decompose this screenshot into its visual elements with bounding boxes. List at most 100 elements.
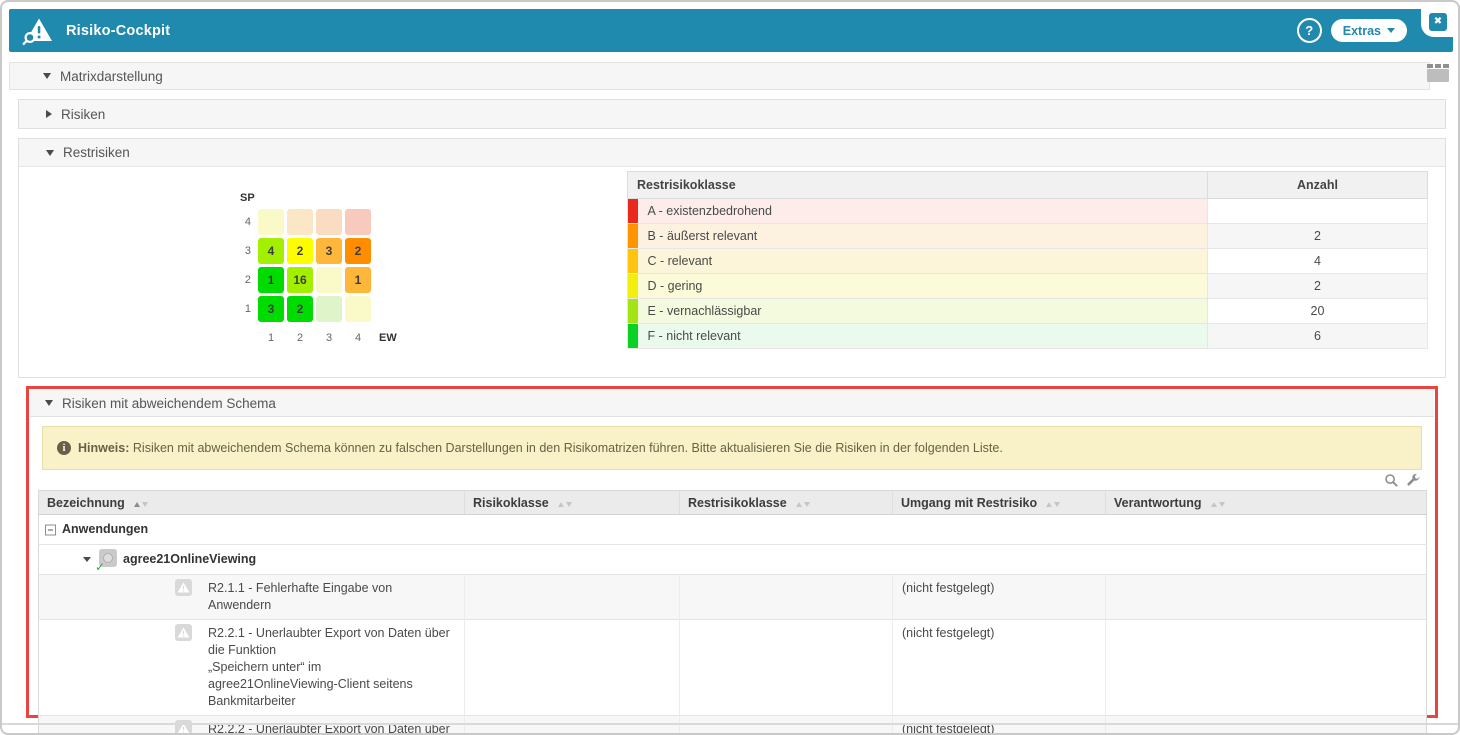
class-color-strip xyxy=(628,274,638,299)
risk-name-cell: R2.2.1 - Unerlaubter Export von Daten üb… xyxy=(39,620,465,716)
collapse-triangle-icon xyxy=(43,73,51,79)
restrisikoklasse-cell xyxy=(680,575,893,620)
sort-icons[interactable] xyxy=(1046,502,1060,507)
section-header-restrisiken[interactable]: Restrisiken xyxy=(19,139,1445,167)
table-view-icon-header xyxy=(1427,64,1449,68)
sort-asc-icon[interactable] xyxy=(796,502,802,507)
sort-asc-icon[interactable] xyxy=(1046,502,1052,507)
risk-name-cell: R2.1.1 - Fehlerhafte Eingabe von Anwende… xyxy=(39,575,465,620)
table-view-icon[interactable] xyxy=(1427,64,1449,83)
column-header-anzahl: Anzahl xyxy=(1208,172,1428,199)
risk-matrix-grid: 434232211611321234EW xyxy=(240,207,408,352)
sort-icons[interactable] xyxy=(1211,502,1225,507)
column-label: Bezeichnung xyxy=(47,496,125,510)
umgang-cell: (nicht festgelegt) xyxy=(893,620,1106,716)
matrix-y-tick: 1 xyxy=(240,303,258,315)
matrix-y-tick: 3 xyxy=(240,245,258,257)
restrisiko-class-table: Restrisikoklasse Anzahl A - existenzbedr… xyxy=(627,171,1428,349)
subgroup-cell: ✓ agree21OnlineViewing xyxy=(39,545,1427,575)
risikoklasse-cell xyxy=(465,620,680,716)
matrix-cell: 16 xyxy=(287,267,313,293)
restrisikoklasse-cell xyxy=(680,620,893,716)
window-bottom-divider xyxy=(2,723,1458,725)
class-label: C - relevant xyxy=(638,249,1208,274)
hint-text: Risiken mit abweichendem Schema können z… xyxy=(133,441,1003,455)
section-header-risiken[interactable]: Risiken xyxy=(19,100,1445,128)
expand-triangle-icon xyxy=(46,110,52,118)
info-icon: i xyxy=(57,441,71,455)
risk-row[interactable]: R2.1.1 - Fehlerhafte Eingabe von Anwende… xyxy=(39,575,1427,620)
class-label: A - existenzbedrohend xyxy=(638,199,1208,224)
collapse-minus-icon[interactable] xyxy=(45,524,56,535)
class-color-strip xyxy=(628,299,638,324)
section-label-schema: Risiken mit abweichendem Schema xyxy=(62,396,276,411)
matrix-cell: 3 xyxy=(316,238,342,264)
column-label: Risikoklasse xyxy=(473,496,549,510)
matrix-x-tick: 2 xyxy=(287,332,313,344)
matrix-cell xyxy=(258,209,284,235)
column-header-verantwortung[interactable]: Verantwortung xyxy=(1106,491,1427,515)
class-count: 20 xyxy=(1208,299,1428,324)
subgroup-label: agree21OnlineViewing xyxy=(123,552,256,566)
risk-matrix: SP 434232211611321234EW xyxy=(240,207,408,352)
sort-desc-icon[interactable] xyxy=(566,502,572,507)
sort-desc-icon[interactable] xyxy=(804,502,810,507)
umgang-cell: (nicht festgelegt) xyxy=(893,716,1106,735)
class-count: 6 xyxy=(1208,324,1428,349)
collapse-triangle-icon[interactable] xyxy=(83,557,91,562)
restrisiko-class-row: A - existenzbedrohend xyxy=(628,199,1428,224)
column-header-umgang-mit-restrisiko[interactable]: Umgang mit Restrisiko xyxy=(893,491,1106,515)
hint-title: Hinweis: xyxy=(78,441,129,455)
close-button-notch: ✖ xyxy=(1421,6,1454,37)
help-button[interactable]: ? xyxy=(1297,18,1322,43)
sort-asc-icon[interactable] xyxy=(558,502,564,507)
section-header-schema[interactable]: Risiken mit abweichendem Schema xyxy=(30,390,1434,417)
extras-button[interactable]: Extras xyxy=(1331,19,1407,42)
group-label: Anwendungen xyxy=(62,522,148,536)
sort-desc-icon[interactable] xyxy=(142,502,148,507)
risk-warning-magnifier-icon xyxy=(21,16,55,46)
close-button[interactable]: ✖ xyxy=(1429,13,1447,31)
subgroup-row[interactable]: ✓ agree21OnlineViewing xyxy=(39,545,1427,575)
settings-wrench-icon[interactable] xyxy=(1406,473,1421,488)
matrix-y-tick: 4 xyxy=(240,216,258,228)
risk-row[interactable]: R2.2.2 - Unerlaubter Export von Daten üb… xyxy=(39,716,1427,735)
matrix-cell xyxy=(345,209,371,235)
risk-name: R2.2.1 - Unerlaubter Export von Daten üb… xyxy=(208,626,450,708)
column-header-bezeichnung[interactable]: Bezeichnung xyxy=(39,491,465,515)
matrix-cell xyxy=(316,209,342,235)
class-color-strip xyxy=(628,199,638,224)
matrix-cell: 2 xyxy=(287,296,313,322)
sort-asc-icon[interactable] xyxy=(1211,502,1217,507)
matrix-x-tick: 1 xyxy=(258,332,284,344)
group-row[interactable]: Anwendungen xyxy=(39,515,1427,545)
checkmark-icon: ✓ xyxy=(95,561,105,573)
matrix-cell: 2 xyxy=(287,238,313,264)
restrisikoklasse-cell xyxy=(680,716,893,735)
chevron-down-icon xyxy=(1387,28,1395,33)
risk-warning-icon xyxy=(175,624,192,641)
restrisiko-class-row: E - vernachlässigbar20 xyxy=(628,299,1428,324)
matrix-cell xyxy=(287,209,313,235)
matrix-cell: 4 xyxy=(258,238,284,264)
risk-row[interactable]: R2.2.1 - Unerlaubter Export von Daten üb… xyxy=(39,620,1427,716)
sort-icons[interactable] xyxy=(134,502,148,507)
sort-desc-icon[interactable] xyxy=(1219,502,1225,507)
search-icon[interactable] xyxy=(1384,473,1399,488)
column-header-risikoklasse[interactable]: Risikoklasse xyxy=(465,491,680,515)
section-risiken: Risiken xyxy=(18,99,1446,129)
application-icon: ✓ xyxy=(99,549,117,567)
sort-icons[interactable] xyxy=(558,502,572,507)
class-color-strip xyxy=(628,324,638,349)
sort-desc-icon[interactable] xyxy=(1054,502,1060,507)
restrisiko-class-row: F - nicht relevant6 xyxy=(628,324,1428,349)
column-header-restrisikoklasse[interactable]: Restrisikoklasse xyxy=(680,491,893,515)
sort-icons[interactable] xyxy=(796,502,810,507)
section-header-matrixdarstellung[interactable]: Matrixdarstellung xyxy=(9,62,1430,90)
sort-asc-icon[interactable] xyxy=(134,502,140,507)
group-cell: Anwendungen xyxy=(39,515,1427,545)
risk-name: R2.1.1 - Fehlerhafte Eingabe von Anwende… xyxy=(208,581,392,612)
risk-table-header-row: Bezeichnung Risikoklasse RestrisikoklasseU… xyxy=(39,491,1427,515)
restrisiko-table-body: A - existenzbedrohendB - äußerst relevan… xyxy=(628,199,1428,349)
app-title: Risiko-Cockpit xyxy=(66,23,170,39)
